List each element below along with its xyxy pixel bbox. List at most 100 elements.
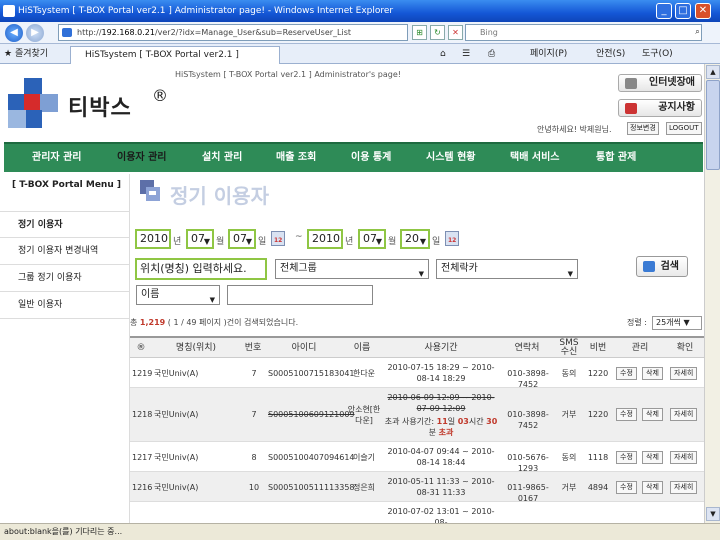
day-label-2: 일 bbox=[432, 237, 441, 247]
forward-icon[interactable]: ▶ bbox=[26, 24, 44, 42]
close-button[interactable]: ✕ bbox=[695, 3, 711, 19]
cell-no: 1219 bbox=[132, 369, 153, 378]
url-path: /ver2/?idx=Manage_User&sub=ReserveUser_L… bbox=[154, 28, 352, 37]
location-input[interactable]: 위치(명칭) 입력하세요. bbox=[135, 258, 267, 280]
from-calendar-icon[interactable]: 12 bbox=[271, 231, 285, 246]
cell-sms: 동의 bbox=[561, 453, 577, 462]
maximize-button[interactable]: □ bbox=[675, 3, 691, 19]
to-year-value: 2010 bbox=[312, 232, 340, 245]
menu-stats[interactable]: 이용 통계 bbox=[351, 144, 391, 172]
to-calendar-icon[interactable]: 12 bbox=[445, 231, 459, 246]
search-go-icon[interactable]: ⌕ bbox=[690, 25, 705, 40]
cell-place: 국민Univ(A) bbox=[154, 410, 199, 419]
overtime-day-unit: 일 bbox=[447, 417, 456, 426]
delete-button[interactable]: 삭제 bbox=[642, 408, 663, 421]
from-day-select[interactable]: 07 ▼ bbox=[228, 229, 256, 249]
detail-button[interactable]: 자세히 bbox=[670, 408, 698, 421]
favorites-button[interactable]: ★ 즐겨찾기 bbox=[4, 46, 48, 62]
delete-button[interactable]: 삭제 bbox=[642, 367, 663, 380]
cell-id: S0005100407094614 bbox=[268, 453, 355, 462]
keyword-input[interactable] bbox=[227, 285, 373, 305]
to-month-select[interactable]: 07 ▼ bbox=[358, 229, 386, 249]
registered-mark: ® bbox=[152, 86, 168, 105]
detail-button[interactable]: 자세히 bbox=[670, 481, 698, 494]
edit-button[interactable]: 수정 bbox=[616, 367, 637, 380]
col-manage: 관리 bbox=[631, 343, 649, 353]
detail-button[interactable]: 자세히 bbox=[670, 451, 698, 464]
internet-fault-button[interactable]: 인터넷장애 bbox=[618, 74, 702, 92]
info-change-button[interactable]: 정보변경 bbox=[627, 122, 659, 135]
rack-select[interactable]: 전체락카 ▼ bbox=[436, 259, 578, 279]
field-select[interactable]: 이름 ▼ bbox=[136, 285, 220, 305]
scroll-up-icon[interactable]: ▲ bbox=[706, 65, 720, 79]
browser-tab[interactable]: HiSTsystem [ T-BOX Portal ver2.1 ] Admin… bbox=[70, 46, 280, 76]
edit-button[interactable]: 수정 bbox=[616, 481, 637, 494]
notice-button[interactable]: 공지사항 bbox=[618, 99, 702, 117]
to-year-select[interactable]: 2010 bbox=[307, 229, 343, 249]
cell-num: 7 bbox=[251, 369, 257, 378]
detail-button[interactable]: 자세히 bbox=[670, 367, 698, 380]
scroll-down-icon[interactable]: ▼ bbox=[706, 507, 720, 521]
menu-system[interactable]: 시스템 현황 bbox=[426, 144, 475, 172]
address-toolbar: ◀ ▶ http://192.168.0.21/ver2/?idx=Manage… bbox=[0, 22, 720, 44]
scroll-thumb[interactable] bbox=[706, 80, 720, 170]
cell-name: 정은희 bbox=[352, 483, 376, 492]
sidebar-header: [ T-BOX Portal Menu ] bbox=[12, 180, 121, 190]
tools-menu[interactable]: 도구(O) bbox=[642, 46, 673, 62]
favorites-label: 즐겨찾기 bbox=[14, 49, 49, 59]
cell-pw: 1220 bbox=[587, 369, 609, 378]
result-total: 1,219 bbox=[139, 318, 166, 327]
menu-control[interactable]: 통합 관제 bbox=[596, 144, 636, 172]
stop-icon[interactable]: ✕ bbox=[448, 25, 463, 40]
from-year-select[interactable]: 2010 bbox=[135, 229, 171, 249]
search-field[interactable]: Bing bbox=[465, 24, 702, 41]
menu-delivery[interactable]: 택배 서비스 bbox=[510, 144, 559, 172]
refresh-icon[interactable]: ↻ bbox=[430, 25, 445, 40]
col-phone: 연락처 bbox=[514, 343, 540, 353]
col-no[interactable]: ® bbox=[130, 338, 152, 358]
safety-menu[interactable]: 안전(S) bbox=[596, 46, 625, 62]
sidebar-item-regular-user[interactable]: 정기 이용자 bbox=[0, 211, 130, 238]
result-prefix: 총 bbox=[130, 318, 138, 327]
feeds-icon[interactable]: ☰ bbox=[462, 46, 470, 62]
delete-button[interactable]: 삭제 bbox=[642, 481, 663, 494]
sort-select[interactable]: 25개씩 ▼ bbox=[652, 316, 702, 330]
logout-button[interactable]: LOGOUT bbox=[666, 122, 702, 135]
vertical-scrollbar[interactable]: ▲ ▼ bbox=[704, 64, 720, 523]
cell-overtime: 초과 사용기간: 11일 03시간 30 분 초과 bbox=[384, 416, 498, 438]
delete-button[interactable]: 삭제 bbox=[642, 451, 663, 464]
cell-id: S0005100609121009 bbox=[268, 410, 355, 419]
group-select[interactable]: 전체그룹 ▼ bbox=[275, 259, 429, 279]
url-field[interactable]: http://192.168.0.21/ver2/?idx=Manage_Use… bbox=[58, 24, 408, 41]
menu-user[interactable]: 이용자 관리 bbox=[117, 144, 166, 172]
overtime-days: 11 bbox=[436, 417, 448, 426]
page-menu[interactable]: 페이지(P) bbox=[530, 46, 567, 62]
cell-phone: 010-3898-7452 bbox=[507, 369, 549, 389]
search-button[interactable]: 검색 bbox=[636, 256, 688, 277]
cell-id: S0005100511113358 bbox=[268, 483, 355, 492]
home-icon[interactable]: ⌂ bbox=[440, 46, 446, 62]
menu-admin[interactable]: 관리자 관리 bbox=[32, 144, 81, 172]
day-label: 일 bbox=[258, 237, 267, 247]
from-month-select[interactable]: 07 ▼ bbox=[186, 229, 214, 249]
back-icon[interactable]: ◀ bbox=[5, 24, 23, 42]
edit-button[interactable]: 수정 bbox=[616, 451, 637, 464]
compat-icon[interactable]: ⊞ bbox=[412, 25, 427, 40]
menu-install[interactable]: 설치 관리 bbox=[202, 144, 242, 172]
table-row: 2010-07-02 13:01 ~ 2010-08- bbox=[130, 502, 704, 523]
table-header: ® 명칭(위치) 번호 아이디 이름 사용기간 연락처 SMS 수신 비번 관리… bbox=[130, 336, 704, 358]
to-day-select[interactable]: 20 ▼ bbox=[400, 229, 430, 249]
menu-sales[interactable]: 매출 조회 bbox=[276, 144, 316, 172]
sidebar-item-group-user[interactable]: 그룹 정기 이용자 bbox=[0, 265, 130, 292]
sidebar-item-change-log[interactable]: 정기 이용자 변경내역 bbox=[0, 238, 130, 265]
cell-pw: 1220 bbox=[587, 410, 609, 419]
sidebar-item-general-user[interactable]: 일반 이용자 bbox=[0, 292, 130, 319]
col-id: 아이디 bbox=[291, 343, 317, 353]
overtime-minutes: 30 bbox=[486, 417, 498, 426]
edit-button[interactable]: 수정 bbox=[616, 408, 637, 421]
col-period: 사용기간 bbox=[424, 343, 458, 353]
cell-pw: 1118 bbox=[587, 453, 609, 462]
minimize-button[interactable]: _ bbox=[656, 3, 672, 19]
tbox-logo[interactable] bbox=[8, 78, 58, 130]
print-icon[interactable]: ⎙ bbox=[488, 46, 495, 62]
